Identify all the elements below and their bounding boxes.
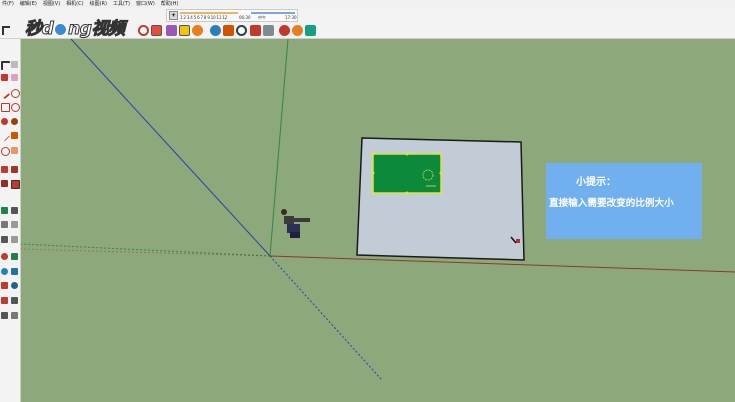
rectangle-tool-icon[interactable] (1, 103, 10, 112)
time-start-label: 06:30 (239, 15, 251, 20)
walk-tool-icon[interactable] (11, 297, 18, 304)
menu-camera[interactable]: 相机(C) (66, 0, 83, 8)
text-tool-icon[interactable] (11, 221, 18, 228)
orbit-icon[interactable] (210, 25, 221, 36)
circle-tool-icon[interactable] (11, 103, 20, 112)
scale-grip (371, 191, 375, 195)
component-tool-icon[interactable] (11, 61, 18, 68)
followme-tool-icon[interactable] (11, 147, 18, 154)
line-tool-icon[interactable] (0, 87, 11, 100)
look-tool-icon[interactable] (1, 312, 8, 319)
look-around-icon[interactable] (292, 25, 303, 36)
zoom-extents-tool-icon[interactable] (1, 282, 8, 289)
scale-grip (439, 152, 443, 156)
hint-box: 小提示： 直接输入需要改变的比例大小 (546, 163, 702, 239)
orbit-tool-icon[interactable] (1, 253, 8, 260)
pan-icon[interactable] (223, 25, 234, 36)
time-slider[interactable] (251, 12, 295, 14)
menu-view[interactable]: 视图(V) (43, 0, 60, 8)
zoom-tool-icon[interactable] (1, 268, 8, 275)
shadow-settings-panel: ☀ 1 2 3 4 5 6 7 8 9 10 11 12 06:30 中午 17… (166, 9, 298, 22)
zoom-icon[interactable] (236, 25, 247, 36)
position-camera-tool-icon[interactable] (1, 297, 8, 304)
scale-grip (405, 152, 409, 156)
menu-window[interactable]: 窗口(W) (136, 0, 155, 8)
logo-dot-icon (54, 22, 68, 36)
noon-label: 中午 (258, 15, 266, 20)
hint-title: 小提示： (576, 177, 616, 188)
axes-tool-icon[interactable] (1, 236, 8, 243)
scaled-green-rectangle (372, 153, 442, 194)
menu-help[interactable]: 帮助(H) (161, 0, 179, 8)
green-axis-dotted (21, 243, 271, 257)
month-scale: 1 2 3 4 5 6 7 8 9 10 11 12 (180, 15, 227, 20)
pushpull-tool-icon[interactable] (11, 132, 18, 139)
polygon-tool-icon[interactable] (1, 118, 8, 125)
blue-axis-dotted (269, 255, 382, 380)
select-arrow-icon[interactable] (2, 26, 10, 35)
move-arrows-icon[interactable] (1, 166, 8, 173)
paint-bucket-icon[interactable] (151, 25, 162, 36)
pan-tool-icon[interactable] (11, 253, 18, 260)
human-figure (281, 209, 310, 238)
menu-file[interactable]: 件(F) (2, 0, 14, 8)
top-toolbar: 秒d ng视频 ☀ 1 2 3 4 5 6 7 8 9 10 11 12 06:3… (0, 8, 735, 40)
model-viewport[interactable]: 小提示： 直接输入需要改变的比例大小 (21, 39, 735, 402)
tape-icon[interactable] (179, 25, 190, 36)
section-tool-icon[interactable] (11, 312, 18, 319)
scale-active-tool-icon[interactable] (11, 180, 20, 189)
scale-grip (371, 152, 375, 156)
blue-axis-line (70, 39, 271, 257)
section-plane-icon[interactable] (305, 25, 316, 36)
eraser-tool-icon[interactable] (11, 74, 18, 81)
zoom-window-tool-icon[interactable] (11, 268, 18, 275)
date-slider[interactable] (180, 12, 238, 14)
rotate-tool-icon[interactable] (1, 147, 10, 156)
offset-tool-icon[interactable] (1, 180, 8, 187)
scale-grip (439, 191, 443, 195)
dimension-tool-icon[interactable] (11, 207, 18, 214)
hint-body: 直接输入需要改变的比例大小 (549, 198, 674, 209)
protractor-tool-icon[interactable] (1, 221, 8, 228)
material-icon[interactable] (192, 25, 203, 36)
zoom-extents-icon[interactable] (250, 25, 261, 36)
logo: 秒d ng视频 (24, 19, 125, 40)
menu-edit[interactable]: 编辑(E) (20, 0, 37, 8)
move-tool-icon[interactable] (0, 130, 10, 142)
freehand-tool-icon[interactable] (11, 89, 20, 98)
shadow-toggle-button[interactable]: ☀ (169, 11, 178, 20)
previous-view-tool-icon[interactable] (11, 282, 18, 289)
tape-tool-icon[interactable] (1, 207, 8, 214)
scale-grip (371, 171, 375, 175)
scale-grip (405, 191, 409, 195)
rotate-icon[interactable] (138, 25, 149, 36)
3dtext-tool-icon[interactable] (11, 236, 18, 243)
walk-icon[interactable] (279, 25, 290, 36)
eraser-icon[interactable] (166, 25, 177, 36)
time-end-label: 17:30 (285, 15, 297, 20)
scale-tool-icon[interactable] (11, 166, 18, 173)
select-tool-icon[interactable] (1, 61, 10, 70)
left-toolbar (0, 39, 21, 402)
paint-tool-icon[interactable] (1, 74, 8, 81)
scale-grip (439, 171, 443, 175)
menu-bar: 件(F) 编辑(E) 视图(V) 相机(C) 绘图(R) 工具(T) 窗口(W)… (0, 0, 735, 8)
position-camera-icon[interactable] (263, 25, 274, 36)
menu-tools[interactable]: 工具(T) (113, 0, 130, 8)
arc-tool-icon[interactable] (11, 118, 18, 125)
menu-draw[interactable]: 绘图(R) (90, 0, 107, 8)
